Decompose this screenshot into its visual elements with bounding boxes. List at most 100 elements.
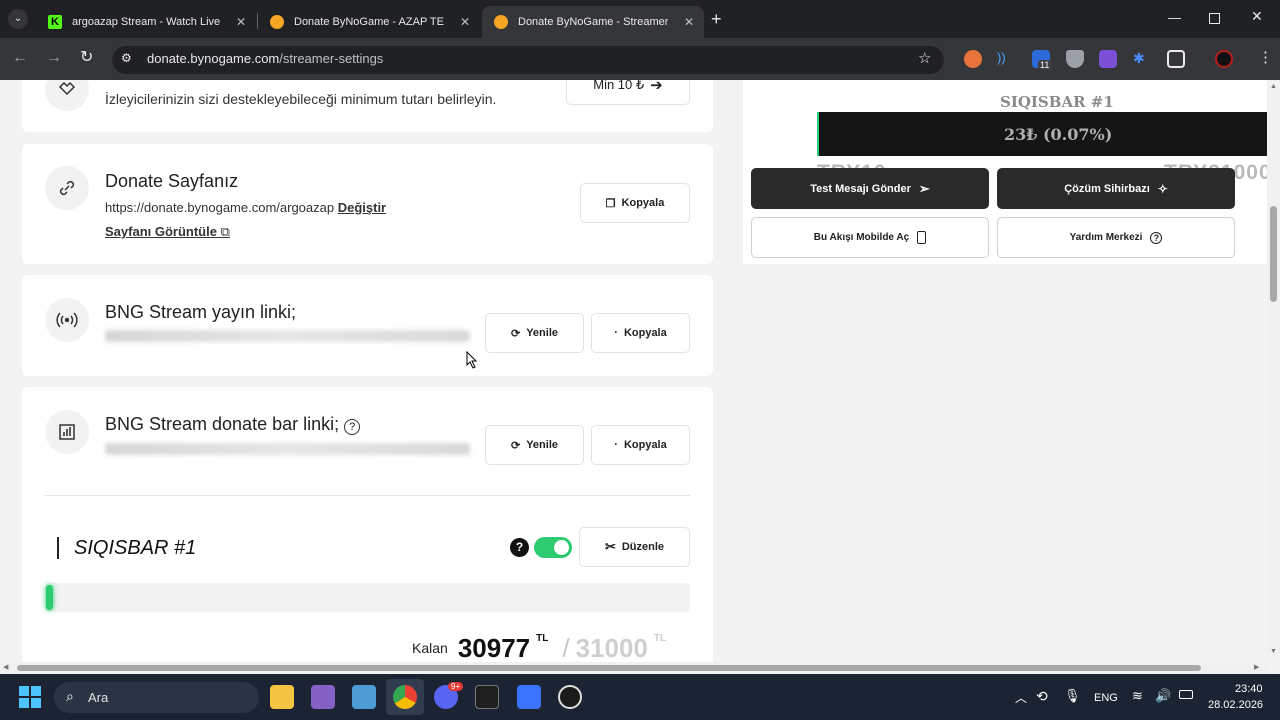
sync-icon[interactable]: ⟲ xyxy=(1036,688,1048,705)
bynogame-logo-icon xyxy=(494,15,508,29)
extension-purple-icon[interactable] xyxy=(1099,50,1117,68)
help-circle-icon[interactable]: ? xyxy=(344,419,361,435)
scroll-down-arrow-icon[interactable]: ▼ xyxy=(1270,648,1277,655)
clock-date[interactable]: 28.02.2026 xyxy=(1208,699,1263,711)
edit-bar-button[interactable]: ✂ Düzenle xyxy=(579,527,690,567)
visual-studio-icon[interactable] xyxy=(311,685,335,709)
bar-enabled-toggle[interactable] xyxy=(534,537,572,558)
extensions-menu-icon[interactable] xyxy=(1167,50,1185,68)
tab-title: Donate ByNoGame - AZAP TEA xyxy=(294,16,444,28)
stream-link-blurred xyxy=(105,330,470,342)
reload-icon[interactable]: ↻ xyxy=(80,48,93,68)
photos-app-icon[interactable] xyxy=(352,685,376,709)
donate-bar-link-blurred xyxy=(105,443,470,455)
tab-title: Donate ByNoGame - Streamer xyxy=(518,16,668,28)
change-url-link[interactable]: Değiştir xyxy=(338,200,386,215)
min-amount-card: İzleyicilerinizin sizi destekleyebileceğ… xyxy=(22,80,713,132)
microphone-icon[interactable]: 🎙 xyxy=(1064,688,1081,704)
mouse-cursor-icon xyxy=(466,350,478,374)
view-page-link[interactable]: Sayfanı Görüntüle ⧉ xyxy=(105,224,230,240)
remaining-label: Kalan xyxy=(412,640,448,656)
extension-puzzle-blue-icon[interactable]: ✱ xyxy=(1133,50,1151,68)
donate-page-url: https://donate.bynogame.com/argoazap Değ… xyxy=(105,200,387,215)
donate-bar-card: BNG Stream donate bar linki; ? ⟳ Yenile … xyxy=(22,387,713,662)
send-icon: ➢ xyxy=(918,180,930,196)
extension-shield-icon[interactable] xyxy=(1066,50,1084,68)
close-window-icon[interactable]: ✕ xyxy=(1251,8,1263,25)
back-arrow-icon[interactable]: ← xyxy=(12,48,28,68)
goal-amount: 31000 xyxy=(575,633,648,662)
bar-item-accent-line xyxy=(57,537,59,559)
help-center-button[interactable]: Yardım Merkezi ? xyxy=(997,217,1235,258)
bookmark-star-icon[interactable]: ☆ xyxy=(918,49,931,67)
tab-kick-stream[interactable]: K argoazap Stream - Watch Live o ✕ xyxy=(36,6,256,38)
tray-overflow-chevron-icon[interactable]: ︿ xyxy=(1015,689,1027,706)
tab-donate-streamer[interactable]: Donate ByNoGame - Streamer ✕ xyxy=(482,6,704,38)
open-mobile-button[interactable]: Bu Akışı Mobilde Aç xyxy=(751,217,989,258)
minimize-window-icon[interactable]: — xyxy=(1168,10,1181,25)
close-tab-icon[interactable]: ✕ xyxy=(684,15,694,29)
terminal-icon[interactable] xyxy=(475,685,499,709)
volume-icon[interactable]: 🔊 xyxy=(1155,688,1171,704)
windows-taskbar: ⌕ Ara 9+ ︿ ⟲ 🎙 ENG ≋ 🔊 23:40 28.02.2026 xyxy=(0,674,1280,720)
bar-item-name: SIQISBAR #1 xyxy=(74,537,197,559)
refresh-bar-link-button[interactable]: ⟳ Yenile xyxy=(485,425,584,465)
tab-title: argoazap Stream - Watch Live o xyxy=(72,16,222,28)
profile-avatar[interactable] xyxy=(1215,50,1233,68)
tab-donate-azap[interactable]: Donate ByNoGame - AZAP TEA ✕ xyxy=(258,6,480,38)
preview-title: SIQISBAR #1 xyxy=(1000,93,1114,111)
scroll-up-arrow-icon[interactable]: ▲ xyxy=(1270,83,1277,90)
magic-wand-icon: ✧ xyxy=(1157,181,1168,196)
amount-separator: / xyxy=(562,633,570,662)
site-info-icon[interactable]: ⚙ xyxy=(121,51,132,65)
horizontal-scrollbar[interactable]: ◀ ▶ xyxy=(0,662,1267,674)
external-link-icon: ⧉ xyxy=(220,224,230,239)
scroll-right-arrow-icon[interactable]: ▶ xyxy=(1254,663,1259,671)
taskbar-search-box[interactable]: ⌕ Ara xyxy=(54,682,259,713)
forward-arrow-icon[interactable]: → xyxy=(46,48,62,68)
copy-bar-link-button[interactable]: · Kopyala xyxy=(591,425,690,465)
copy-stream-link-button[interactable]: · Kopyala xyxy=(591,313,690,353)
refresh-icon: ⟳ xyxy=(510,327,521,340)
maximize-window-icon[interactable] xyxy=(1209,13,1220,24)
extension-orange-icon[interactable] xyxy=(964,50,982,68)
section-divider xyxy=(45,495,690,496)
refresh-stream-link-button[interactable]: ⟳ Yenile xyxy=(485,313,584,353)
extension-sound-icon[interactable]: )) xyxy=(997,50,1015,68)
language-indicator[interactable]: ENG xyxy=(1094,692,1118,704)
roblox-icon[interactable] xyxy=(517,685,541,709)
bar-progress-fill xyxy=(46,585,53,610)
chrome-icon[interactable] xyxy=(393,685,417,709)
close-tab-icon[interactable]: ✕ xyxy=(236,15,246,29)
url-text[interactable]: donate.bynogame.com/streamer-settings xyxy=(147,51,383,66)
preview-bar-fill xyxy=(817,112,819,156)
kick-logo-icon: K xyxy=(48,15,62,29)
min-amount-button[interactable]: Min 10 ₺ ➔ xyxy=(566,80,690,105)
donate-bar-link-title: BNG Stream donate bar linki; ? xyxy=(105,414,361,435)
wifi-icon[interactable]: ≋ xyxy=(1132,688,1143,704)
new-tab-button[interactable]: + xyxy=(711,9,722,30)
copy-donate-url-button[interactable]: ❐ Kopyala xyxy=(580,183,690,223)
scroll-left-arrow-icon[interactable]: ◀ xyxy=(3,663,8,671)
tab-search-button[interactable]: ⌄ xyxy=(8,9,28,29)
vertical-scroll-thumb[interactable] xyxy=(1270,206,1277,302)
horizontal-scroll-thumb[interactable] xyxy=(17,665,1201,671)
donate-page-card: Donate Sayfanız https://donate.bynogame.… xyxy=(22,144,713,264)
vertical-scrollbar[interactable]: ▲ ▼ xyxy=(1267,80,1280,662)
browser-menu-icon[interactable]: ⋮ xyxy=(1258,48,1273,66)
min-amount-value: Min 10 ₺ xyxy=(593,80,645,92)
bar-help-icon[interactable]: ? xyxy=(510,538,529,557)
preview-bar-track: 23₺ (0.07%) xyxy=(817,112,1267,156)
obs-icon[interactable] xyxy=(558,685,582,709)
solution-wizard-button[interactable]: Çözüm Sihirbazı ✧ xyxy=(997,168,1235,209)
copy-icon: · xyxy=(614,327,618,339)
test-message-button[interactable]: Test Mesajı Gönder ➢ xyxy=(751,168,989,209)
battery-icon[interactable] xyxy=(1179,690,1193,699)
link-icon xyxy=(45,166,89,210)
clock-time[interactable]: 23:40 xyxy=(1235,683,1263,695)
windows-start-icon[interactable] xyxy=(19,686,41,708)
refresh-icon: ⟳ xyxy=(510,439,521,452)
discord-notification-badge: 9+ xyxy=(448,682,464,691)
file-explorer-icon[interactable] xyxy=(270,685,294,709)
close-tab-icon[interactable]: ✕ xyxy=(460,15,470,29)
